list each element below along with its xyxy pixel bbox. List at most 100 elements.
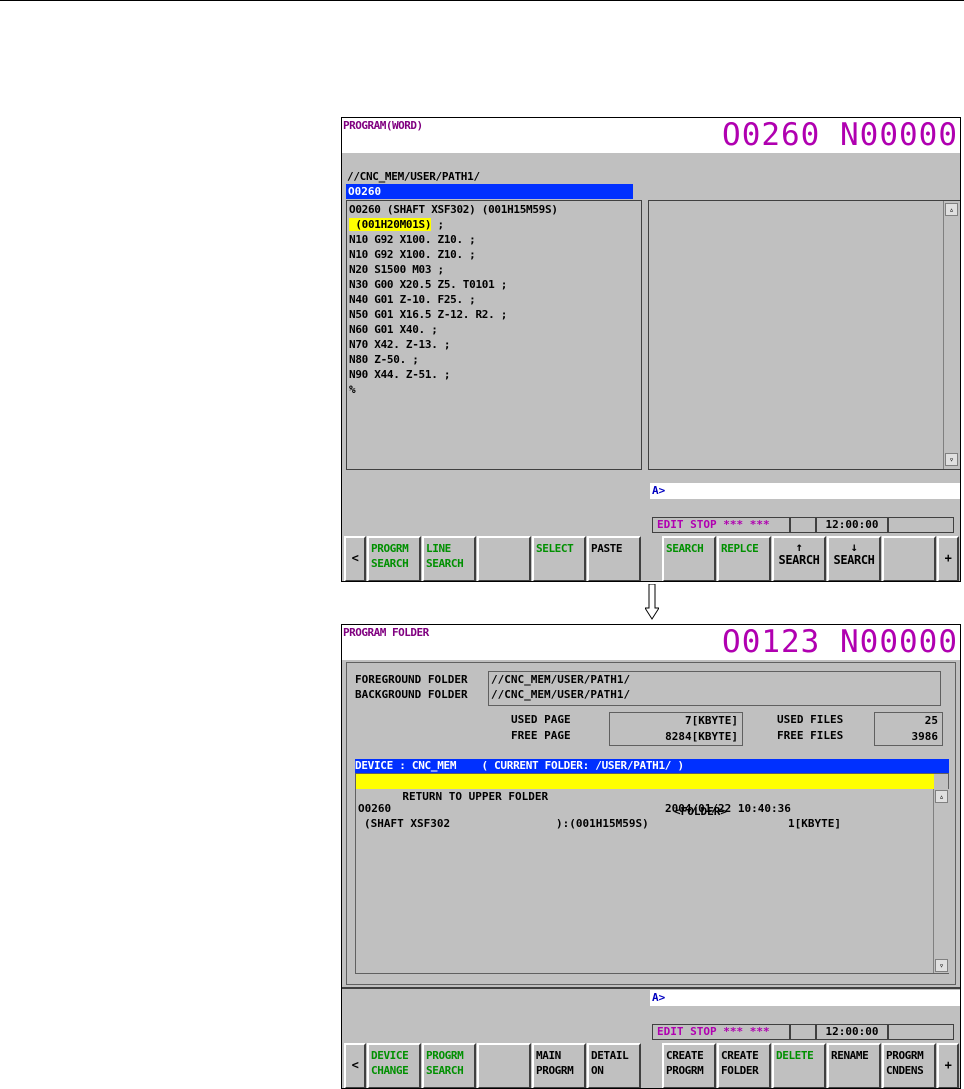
status-blank xyxy=(790,1024,816,1040)
free-page-value: 8284[KBYTE] xyxy=(665,730,738,743)
mode-status: EDIT STOP *** *** xyxy=(652,1024,790,1040)
vertical-scrollbar[interactable]: ▵ ▿ xyxy=(933,789,949,973)
softkey-line-search[interactable]: LINE SEARCH xyxy=(422,536,476,581)
free-files-label: FREE FILES xyxy=(777,729,844,742)
code-line: O0260 (SHAFT XSF302) (001H15M59S) xyxy=(349,203,558,216)
softkey-rename[interactable]: RENAME xyxy=(827,1043,881,1088)
title-bar: PROGRAM(WORD) O0260 N00000 xyxy=(342,118,960,153)
softkey-program-condense[interactable]: PROGRM CNDENS xyxy=(882,1043,936,1088)
softkey-blank[interactable] xyxy=(477,1043,531,1088)
background-folder-label: BACKGROUND FOLDER xyxy=(355,688,468,701)
current-path: //CNC_MEM/USER/PATH1/ xyxy=(347,170,480,183)
softkey-prev[interactable]: < xyxy=(344,536,366,581)
program-word-screen: PROGRAM(WORD) O0260 N00000 //CNC_MEM/USE… xyxy=(341,117,961,582)
page-values: 7[KBYTE] 8284[KBYTE] xyxy=(609,712,743,746)
file-list[interactable]: RETURN TO UPPER FOLDER <FOLDER> O0260 20… xyxy=(355,773,949,974)
softkey-select[interactable]: SELECT xyxy=(532,536,586,581)
program-sequence-number: O0123 N00000 xyxy=(722,624,958,660)
softkey-main-program[interactable]: MAIN PROGRM xyxy=(532,1043,586,1088)
used-files-label: USED FILES xyxy=(777,713,844,726)
code-line: N20 S1500 M03 ; xyxy=(349,263,444,276)
file-size: 1[KBYTE] xyxy=(788,817,841,830)
screen-title: PROGRAM(WORD) xyxy=(343,119,423,132)
softkey-bar: < PROGRM SEARCH LINE SEARCH SELECT PASTE… xyxy=(342,536,960,581)
softkey-program-search[interactable]: PROGRM SEARCH xyxy=(422,1043,476,1088)
side-panel: ▵ ▿ xyxy=(648,200,960,470)
free-files-value: 3986 xyxy=(911,730,939,743)
softkey-search[interactable]: SEARCH xyxy=(662,536,716,581)
softkey-paste[interactable]: PASTE xyxy=(587,536,641,581)
softkey-next[interactable]: + xyxy=(937,536,959,581)
softkey-search-down[interactable]: ↓ SEARCH xyxy=(827,536,881,581)
program-edit-area[interactable]: O0260 (SHAFT XSF302) (001H15M59S) (001H2… xyxy=(346,200,642,470)
program-folder-screen: PROGRAM FOLDER O0123 N00000 FOREGROUND F… xyxy=(341,624,961,1089)
softkey-create-folder[interactable]: CREATE FOLDER xyxy=(717,1043,771,1088)
down-arrow-icon xyxy=(645,584,659,620)
softkey-program-search[interactable]: PROGRM SEARCH xyxy=(367,536,421,581)
cursor-highlight: (001H20M01S) xyxy=(349,218,432,231)
status-blank xyxy=(888,1024,954,1040)
return-upper-folder-label: RETURN TO UPPER FOLDER xyxy=(395,790,549,803)
scroll-down-icon[interactable]: ▿ xyxy=(935,959,948,972)
mode-status-text: EDIT STOP *** *** xyxy=(657,1025,770,1038)
used-page-value: 7[KBYTE] xyxy=(685,714,738,727)
code-line: N90 X44. Z-51. ; xyxy=(349,368,451,381)
softkey-create-program[interactable]: CREATE PROGRM xyxy=(662,1043,716,1088)
code-line: N80 Z-50. ; xyxy=(349,353,419,366)
mode-status-text: EDIT STOP *** *** xyxy=(657,518,770,531)
input-prompt: A> xyxy=(652,484,666,497)
softkey-next[interactable]: + xyxy=(937,1043,959,1088)
file-count-values: 25 3986 xyxy=(874,712,943,746)
vertical-scrollbar[interactable]: ▵ ▿ xyxy=(943,201,960,469)
clock-time: 12:00:00 xyxy=(816,1024,888,1040)
softkey-device-change[interactable]: DEVICE CHANGE xyxy=(367,1043,421,1088)
code-line: (001H20M01S) ; xyxy=(349,218,444,231)
file-date: 2004/01/22 10:40:36 xyxy=(665,802,791,815)
device-header: DEVICE : CNC_MEM ( CURRENT FOLDER: /USER… xyxy=(355,759,949,773)
code-line: N10 G92 X100. Z10. ; xyxy=(349,248,476,261)
status-blank xyxy=(790,517,816,533)
program-name-value: O0260 xyxy=(348,185,382,198)
title-bar: PROGRAM FOLDER O0123 N00000 xyxy=(342,625,960,660)
background-folder-value: //CNC_MEM/USER/PATH1/ xyxy=(491,688,631,701)
softkey-delete[interactable]: DELETE xyxy=(772,1043,826,1088)
scroll-down-icon[interactable]: ▿ xyxy=(945,453,958,466)
used-page-label: USED PAGE xyxy=(511,713,571,726)
file-name: O0260 xyxy=(358,802,392,815)
softkey-search-up[interactable]: ↑ SEARCH xyxy=(772,536,826,581)
code-line-suffix: ; xyxy=(431,218,445,231)
free-page-label: FREE PAGE xyxy=(511,729,571,742)
code-line: N70 X42. Z-13. ; xyxy=(349,338,451,351)
foreground-folder-label: FOREGROUND FOLDER xyxy=(355,673,468,686)
softkey-blank[interactable] xyxy=(882,536,936,581)
softkey-replace[interactable]: REPLCE xyxy=(717,536,771,581)
return-upper-folder-row[interactable]: RETURN TO UPPER FOLDER <FOLDER> xyxy=(356,774,934,818)
code-line: N50 G01 X16.5 Z-12. R2. ; xyxy=(349,308,508,321)
key-input-line[interactable]: A> xyxy=(650,990,960,1006)
foreground-folder-value: //CNC_MEM/USER/PATH1/ xyxy=(491,673,631,686)
code-line: N10 G92 X100. Z10. ; xyxy=(349,233,476,246)
softkey-detail-on[interactable]: DETAIL ON xyxy=(587,1043,641,1088)
input-prompt: A> xyxy=(652,991,666,1004)
mode-status: EDIT STOP *** *** xyxy=(652,517,790,533)
softkey-blank[interactable] xyxy=(477,536,531,581)
used-files-value: 25 xyxy=(924,714,938,727)
program-name-field[interactable]: O0260 xyxy=(346,184,633,199)
softkey-prev[interactable]: < xyxy=(344,1043,366,1088)
softkey-bar: < DEVICE CHANGE PROGRM SEARCH MAIN PROGR… xyxy=(342,1043,960,1088)
code-line: % xyxy=(349,383,356,396)
program-sequence-number: O0260 N00000 xyxy=(722,117,958,153)
top-rule xyxy=(0,0,964,1)
folder-values: //CNC_MEM/USER/PATH1/ //CNC_MEM/USER/PAT… xyxy=(488,671,941,706)
clock-time: 12:00:00 xyxy=(816,517,888,533)
key-input-line[interactable]: A> xyxy=(650,483,960,499)
file-comment: (SHAFT XSF302 ):(001H15M59S) xyxy=(364,817,649,830)
code-line: N30 G00 X20.5 Z5. T0101 ; xyxy=(349,278,508,291)
divider xyxy=(342,987,960,989)
code-line: N60 G01 X40. ; xyxy=(349,323,438,336)
code-line: N40 G01 Z-10. F25. ; xyxy=(349,293,476,306)
screen-title: PROGRAM FOLDER xyxy=(343,626,429,639)
scroll-up-icon[interactable]: ▵ xyxy=(945,203,958,216)
status-blank xyxy=(888,517,954,533)
scroll-up-icon[interactable]: ▵ xyxy=(935,790,948,803)
